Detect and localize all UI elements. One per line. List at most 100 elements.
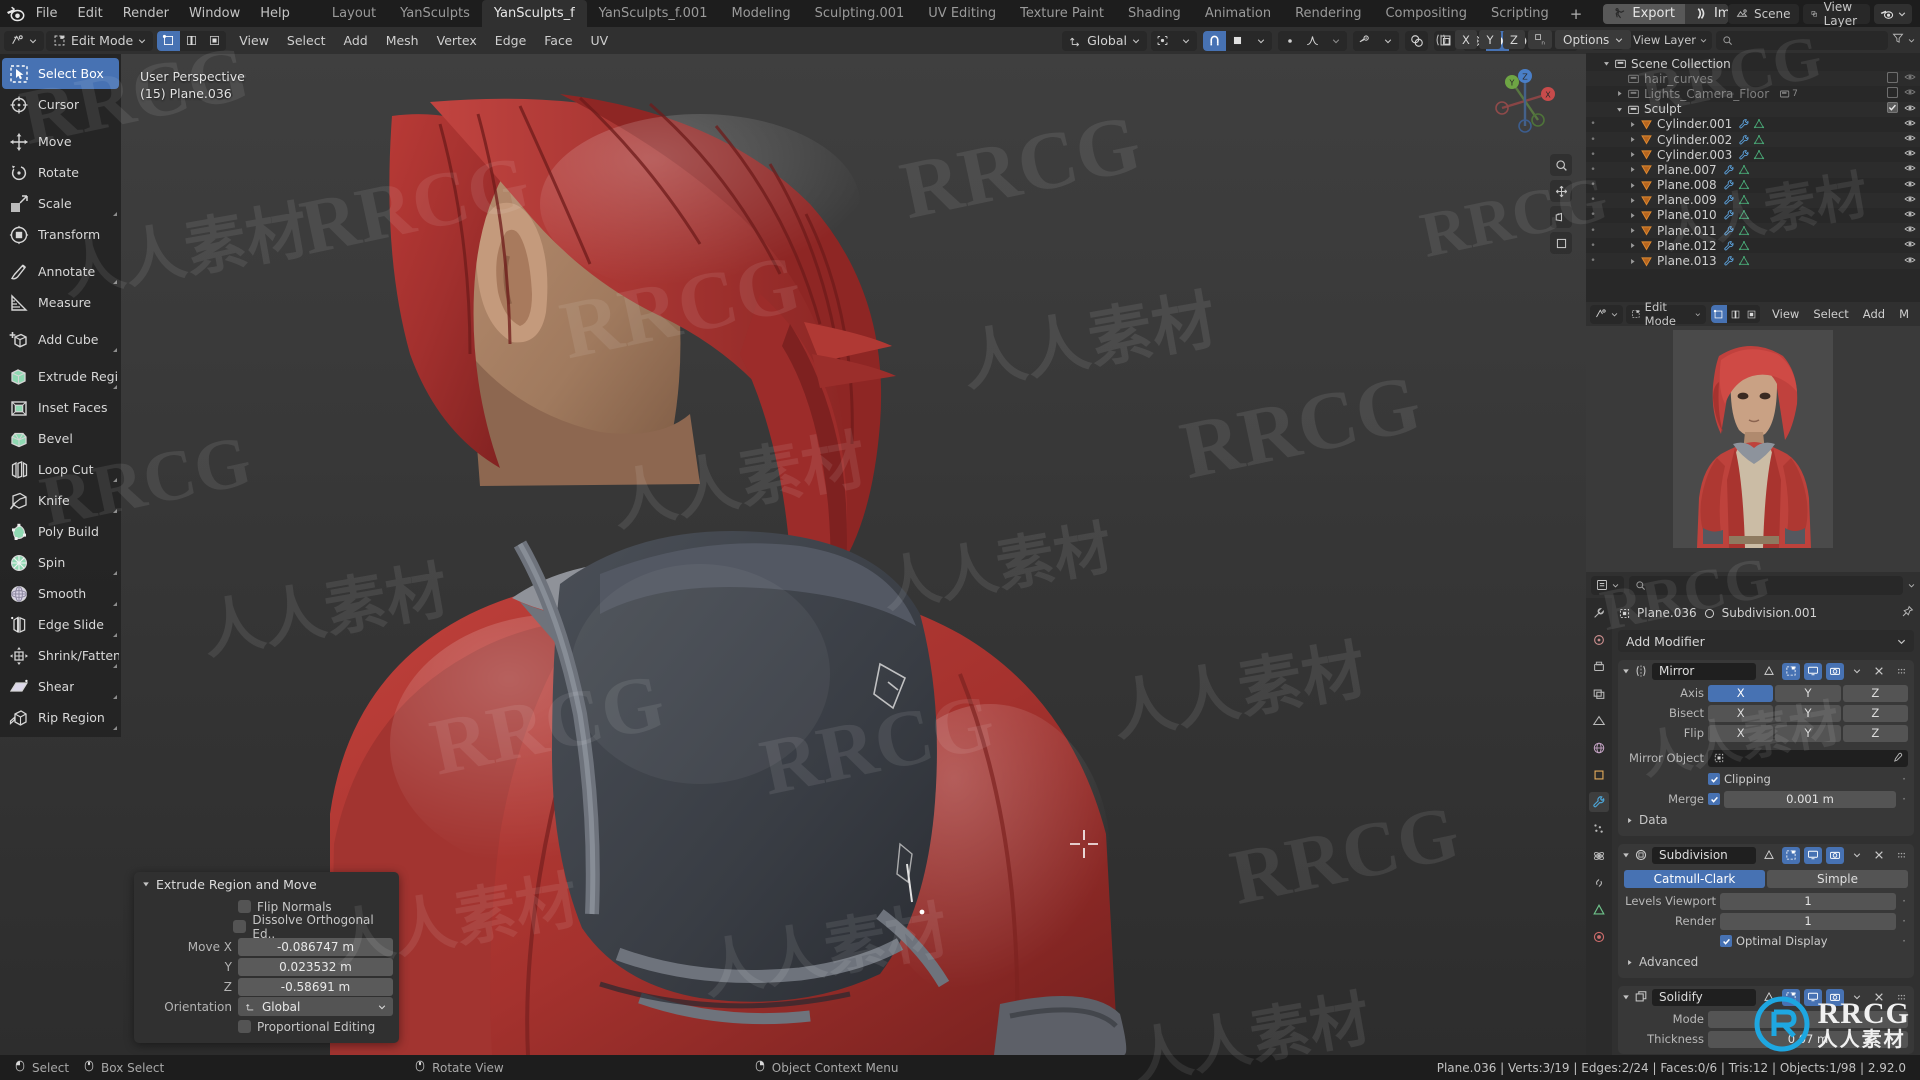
tool-select-box[interactable]: Select Box xyxy=(2,58,119,89)
viewport-menu-uv[interactable]: UV xyxy=(582,33,618,48)
tab-object[interactable] xyxy=(1589,765,1609,785)
tool-rotate[interactable]: Rotate xyxy=(2,157,119,188)
mirror-data-section[interactable]: Data xyxy=(1626,811,1906,829)
outliner-row[interactable]: Lights_Camera_Floor 7 xyxy=(1586,86,1920,101)
tool-rip-region[interactable]: Rip Region xyxy=(2,702,119,733)
outliner-expand-triangle[interactable] xyxy=(1613,106,1625,113)
outliner-visibility-eye-icon[interactable] xyxy=(1904,86,1916,101)
outliner-item-name[interactable]: Plane.010 xyxy=(1654,208,1717,222)
pan-button[interactable] xyxy=(1550,180,1572,202)
subdivision-optimal-animate-dot[interactable]: · xyxy=(1900,935,1908,947)
mirror-delete-button[interactable] xyxy=(1870,663,1888,680)
outliner-visibility-eye-icon[interactable] xyxy=(1904,193,1916,208)
operator-redo-panel[interactable]: Extrude Region and Move Flip Normals Dis… xyxy=(134,872,399,1043)
properties-content[interactable]: Plane.036 Subdivision.001 Add Modifier M… xyxy=(1612,598,1920,1055)
tab-material[interactable] xyxy=(1589,927,1609,947)
snap-target-button[interactable] xyxy=(1226,30,1249,51)
outliner-editor[interactable]: View Layer Scene Collection hair_curves Li… xyxy=(1586,27,1920,302)
outliner-item-name[interactable]: Lights_Camera_Floor xyxy=(1641,87,1769,101)
pivot-point-button[interactable] xyxy=(1151,30,1174,51)
mirror-axis-z-button[interactable]: Z xyxy=(1503,30,1525,49)
flip-normals-checkbox[interactable] xyxy=(238,900,251,913)
outliner-expand-triangle[interactable] xyxy=(1626,212,1638,219)
workspace-tab-yansculpts[interactable]: YanSculpts xyxy=(388,0,482,27)
subdivision-render-value[interactable]: 1 xyxy=(1720,912,1896,930)
workspace-tab-shading[interactable]: Shading xyxy=(1116,0,1193,27)
mirror-axis-row[interactable]: Axis XYZ xyxy=(1624,684,1908,702)
preview-editor-type-selector[interactable] xyxy=(1590,304,1623,324)
mirror-axis-x[interactable]: X xyxy=(1708,684,1774,702)
subdivision-modifier-name[interactable]: Subdivision xyxy=(1652,846,1756,864)
outliner-item-name[interactable]: Plane.012 xyxy=(1654,239,1717,253)
orientation-row[interactable]: Orientation Global xyxy=(140,997,393,1016)
proportional-editing-checkbox[interactable] xyxy=(238,1020,251,1033)
move-x-row[interactable]: Move X -0.086747 m xyxy=(140,937,393,956)
outliner-row[interactable]: • Plane.010 xyxy=(1586,208,1920,223)
topbar-extra-button[interactable] xyxy=(1874,3,1912,24)
3d-viewport[interactable]: User Perspective (15) Plane.036 X Y Z Se… xyxy=(0,54,1586,1055)
tool-move[interactable]: Move xyxy=(2,126,119,157)
viewport-menu-mesh[interactable]: Mesh xyxy=(377,33,428,48)
properties-options-button[interactable] xyxy=(1908,578,1915,593)
outliner-visibility-eye-icon[interactable] xyxy=(1904,147,1916,162)
mirror-merge-animate-dot[interactable]: · xyxy=(1900,793,1908,805)
tool-smooth[interactable]: Smooth xyxy=(2,578,119,609)
breadcrumb-modifier-name[interactable]: Subdivision.001 xyxy=(1722,606,1817,620)
outliner-item-name[interactable]: Plane.008 xyxy=(1654,178,1717,192)
outliner-expand-triangle[interactable] xyxy=(1600,60,1612,67)
viewport-menu-select[interactable]: Select xyxy=(278,33,335,48)
workspace-tab-scripting[interactable]: Scripting xyxy=(1479,0,1561,27)
tab-physics[interactable] xyxy=(1589,846,1609,866)
mirror-flip-buttons[interactable]: XYZ xyxy=(1708,724,1908,742)
show-gizmo-button[interactable] xyxy=(1353,30,1376,51)
workspace-tab-uv-editing[interactable]: UV Editing xyxy=(916,0,1008,27)
outliner-expand-triangle[interactable] xyxy=(1626,151,1638,158)
viewport-menu-vertex[interactable]: Vertex xyxy=(428,33,486,48)
move-x-value[interactable]: -0.086747 m xyxy=(238,937,393,956)
transform-orientation-selector[interactable]: Global xyxy=(1062,30,1147,51)
triangle-down-icon[interactable] xyxy=(1622,993,1630,1001)
preview-menu-m[interactable]: M xyxy=(1892,307,1916,321)
mirror-show-edit-mode-cage-button[interactable] xyxy=(1760,663,1778,680)
mirror-topology-button[interactable]: n xyxy=(1528,30,1552,49)
mirror-object-row[interactable]: Mirror Object xyxy=(1624,748,1908,768)
outliner-exclude-checkbox[interactable] xyxy=(1886,71,1899,86)
snap-toggle-button[interactable] xyxy=(1203,30,1226,51)
mirror-axis-buttons[interactable]: XYZ xyxy=(1708,684,1908,702)
mirror-axis-z[interactable]: Z xyxy=(1842,684,1908,702)
workspace-tab-animation[interactable]: Animation xyxy=(1193,0,1283,27)
outliner-visibility-eye-icon[interactable] xyxy=(1904,162,1916,177)
outliner-item-name[interactable]: Plane.007 xyxy=(1654,163,1717,177)
editor-type-selector[interactable] xyxy=(4,30,44,51)
mesh-select-mode-group[interactable] xyxy=(157,30,227,51)
mirror-bisect-x[interactable]: X xyxy=(1708,704,1774,722)
mirror-merge-value[interactable]: 0.001 m xyxy=(1724,790,1896,808)
tab-output[interactable] xyxy=(1589,657,1609,677)
outliner-row[interactable]: • Cylinder.003 xyxy=(1586,147,1920,162)
outliner-restrict-dot[interactable]: • xyxy=(1586,210,1600,220)
outliner-visibility-eye-icon[interactable] xyxy=(1904,102,1916,117)
tool-add-cube[interactable]: Add Cube xyxy=(2,324,119,355)
add-modifier-button[interactable]: Add Modifier xyxy=(1618,630,1914,652)
subdivision-levels-viewport-row[interactable]: Levels Viewport 1 · xyxy=(1624,892,1908,910)
overlays-group[interactable] xyxy=(1405,30,1428,51)
outliner-restrict-dot[interactable]: • xyxy=(1586,195,1600,205)
subdivision-render-animate-dot[interactable]: · xyxy=(1900,915,1908,927)
outliner-visibility-eye-icon[interactable] xyxy=(1904,254,1916,269)
pin-icon[interactable] xyxy=(1901,605,1914,621)
solidify-modifier-name[interactable]: Solidify xyxy=(1652,988,1756,1006)
outliner-filter-dropdown[interactable] xyxy=(1908,33,1915,48)
outliner-row[interactable]: • Plane.012 xyxy=(1586,238,1920,253)
outliner-restrict-dot[interactable]: • xyxy=(1586,226,1600,236)
outliner-row[interactable]: • Plane.011 xyxy=(1586,223,1920,238)
preview-face-mode-button[interactable] xyxy=(1743,305,1761,323)
outliner-item-name[interactable]: Sculpt xyxy=(1641,102,1681,116)
tool-inset-faces[interactable]: Inset Faces xyxy=(2,392,119,423)
workspace-tab-texture-paint[interactable]: Texture Paint xyxy=(1008,0,1116,27)
mirror-show-viewport-button[interactable] xyxy=(1804,662,1822,680)
subdivision-advanced-section[interactable]: Advanced xyxy=(1626,953,1906,971)
preview-mode-selector[interactable]: Edit Mode xyxy=(1626,300,1706,328)
outliner-item-name[interactable]: Plane.011 xyxy=(1654,224,1717,238)
mirror-axis-x-button[interactable]: X xyxy=(1455,30,1477,49)
proportional-editing-button[interactable] xyxy=(1278,30,1301,51)
